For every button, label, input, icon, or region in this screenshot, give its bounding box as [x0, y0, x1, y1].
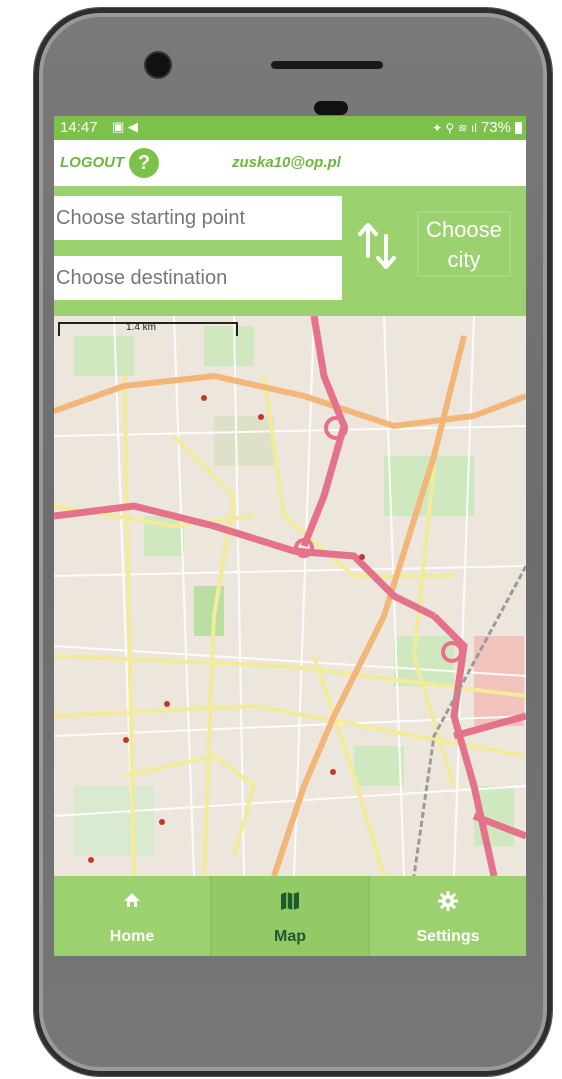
home-icon — [122, 890, 142, 915]
signal-icon: ✦ ⚲ ≋ ıl — [432, 120, 477, 135]
status-time: 14:47 — [60, 119, 98, 136]
nav-label-settings: Settings — [416, 928, 480, 945]
choose-city-button[interactable]: Choose city — [417, 211, 511, 277]
route-panel: Choose city — [54, 186, 526, 316]
user-email: zuska10@op.pl — [232, 154, 341, 171]
nav-item-home[interactable]: Home — [54, 876, 210, 956]
logout-button[interactable]: LOGOUT — [60, 154, 124, 171]
map-icon — [279, 890, 301, 917]
nav-label-home: Home — [109, 928, 155, 945]
nav-label-map: Map — [274, 928, 306, 945]
proximity-sensor — [314, 101, 348, 115]
destination-input[interactable] — [54, 256, 342, 300]
app-screen: 14:47 ▣ ◀ ✦ ⚲ ≋ ıl 73% LOGOUT ? zuska10@… — [54, 116, 526, 956]
bottom-navigation: Home Map Settings — [54, 876, 526, 956]
swap-direction-icon[interactable] — [356, 220, 400, 272]
earpiece-speaker — [271, 61, 383, 69]
top-bar: LOGOUT ? zuska10@op.pl — [54, 140, 526, 186]
help-icon[interactable]: ? — [129, 148, 159, 178]
battery-percent: 73% — [480, 119, 511, 136]
map-tiles — [54, 315, 526, 877]
gear-icon — [437, 890, 459, 917]
status-bar: 14:47 ▣ ◀ ✦ ⚲ ≋ ıl 73% — [54, 116, 526, 140]
starting-point-input[interactable] — [54, 196, 342, 240]
map-view[interactable]: 1.4 km — [54, 315, 526, 877]
nav-item-settings[interactable]: Settings — [368, 876, 526, 956]
battery-icon — [515, 121, 522, 134]
status-right: ✦ ⚲ ≋ ıl 73% — [432, 119, 522, 136]
notification-icons: ▣ ◀ — [112, 119, 138, 134]
nav-item-map[interactable]: Map — [210, 876, 368, 956]
front-camera — [146, 53, 170, 77]
map-scale-label: 1.4 km — [126, 322, 157, 333]
